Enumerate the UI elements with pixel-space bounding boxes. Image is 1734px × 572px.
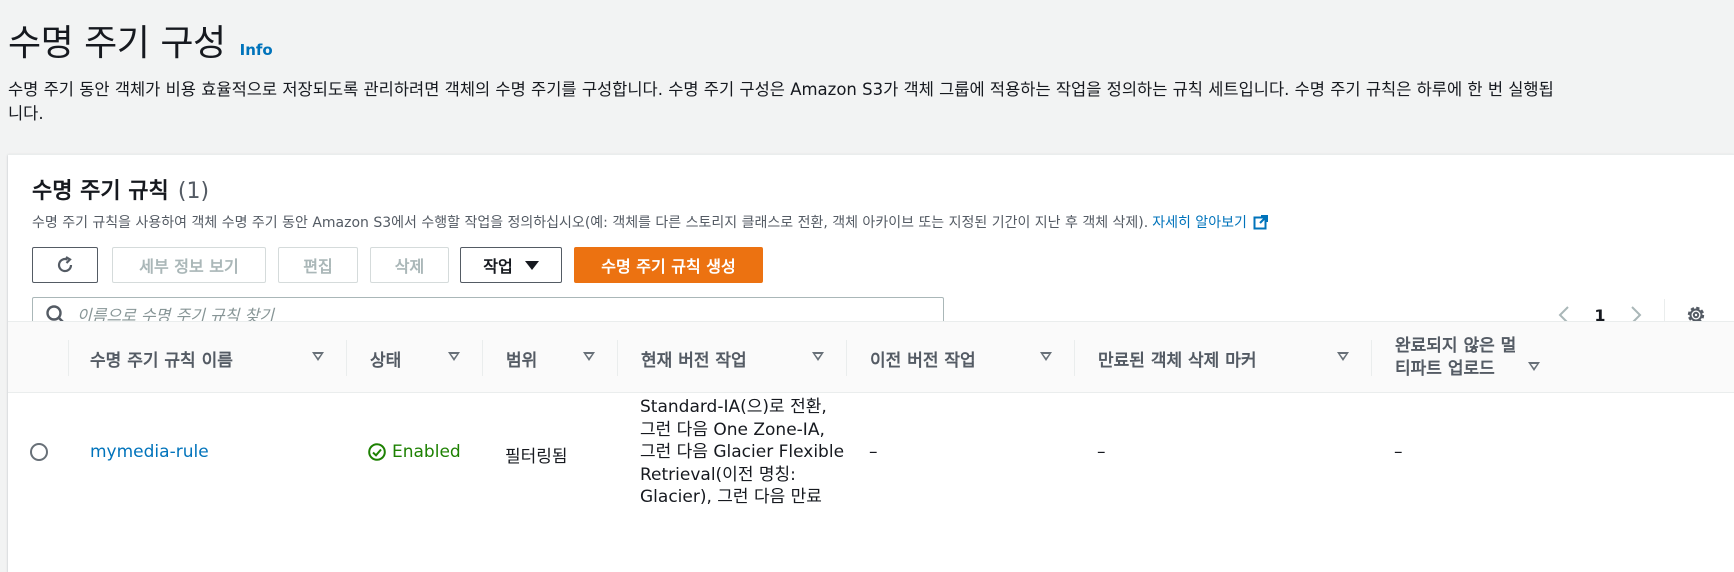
status-cell: Enabled [368, 442, 461, 462]
sort-icon[interactable] [1040, 352, 1052, 361]
rule-count: (1) [177, 179, 210, 204]
page-description-line-2: 니다. [8, 104, 44, 123]
current-action-line: Standard-IA(으)로 전환, [640, 397, 827, 417]
current-action-line: Glacier), 그런 다음 만료 [640, 487, 822, 507]
column-header-noncurrent-actions[interactable]: 이전 버전 작업 [870, 322, 976, 394]
actions-dropdown[interactable]: 작업 [460, 247, 562, 283]
column-separator [346, 340, 347, 376]
column-separator [68, 340, 69, 376]
page-description-line-1: 수명 주기 동안 객체가 비용 효율적으로 저장되도록 관리하려면 객체의 수명… [8, 80, 1554, 99]
caret-down-icon [524, 260, 539, 270]
column-header-rule-name[interactable]: 수명 주기 규칙 이름 [90, 322, 233, 394]
delete-button[interactable]: 삭제 [370, 247, 449, 283]
column-separator [617, 340, 618, 376]
table-row[interactable]: mymedia-rule Enabled 필터링됨 Standard-IA(으)… [8, 393, 1734, 572]
sort-icon[interactable] [812, 352, 824, 361]
column-header-expired-delete-markers[interactable]: 만료된 객체 삭제 마커 [1098, 322, 1257, 394]
sort-icon[interactable] [312, 352, 324, 361]
sort-icon[interactable] [1337, 352, 1349, 361]
panel-header: 수명 주기 규칙 (1) [32, 173, 209, 205]
row-select-radio[interactable] [30, 443, 48, 461]
sort-icon[interactable] [448, 352, 460, 361]
page-header: 수명 주기 구성 Info [8, 14, 273, 66]
refresh-button[interactable] [32, 247, 98, 283]
current-action-line: 그런 다음 One Zone-IA, [640, 419, 825, 440]
current-action-line: 그런 다음 Glacier Flexible [640, 442, 845, 462]
actions-label: 작업 [483, 257, 513, 276]
view-details-button[interactable]: 세부 정보 보기 [112, 247, 266, 283]
lifecycle-configuration-page: 수명 주기 구성 Info 수명 주기 동안 객체가 비용 효율적으로 저장되도… [0, 0, 1734, 572]
current-actions-cell: Standard-IA(으)로 전환, 그런 다음 One Zone-IA, 그… [640, 396, 844, 509]
column-header-incomplete-multipart[interactable]: 완료되지 않은 멀 티파트 업로드 [1395, 322, 1516, 394]
create-rule-button[interactable]: 수명 주기 규칙 생성 [574, 247, 763, 283]
column-header-incomplete-multipart-line-1: 완료되지 않은 멀 [1395, 336, 1517, 356]
column-separator [482, 340, 483, 376]
column-header-status[interactable]: 상태 [370, 322, 401, 394]
success-check-icon [368, 443, 386, 461]
panel-description: 수명 주기 규칙을 사용하여 객체 수명 주기 동안 Amazon S3에서 수… [32, 212, 1269, 232]
page-title: 수명 주기 구성 [8, 23, 226, 64]
page-description: 수명 주기 동안 객체가 비용 효율적으로 저장되도록 관리하려면 객체의 수명… [8, 78, 1734, 126]
table-header: 수명 주기 규칙 이름 상태 범위 현재 버전 작업 이전 버전 작업 만료된 … [8, 321, 1734, 393]
info-link[interactable]: Info [240, 41, 273, 59]
panel-title: 수명 주기 규칙 [32, 179, 169, 204]
rule-name-link[interactable]: mymedia-rule [90, 442, 209, 462]
column-separator [1371, 340, 1372, 376]
current-action-line: Retrieval(이전 명칭: [640, 464, 796, 485]
edit-button[interactable]: 편집 [278, 247, 358, 283]
expired-delete-markers-cell: – [1097, 442, 1106, 462]
external-link-icon[interactable] [1253, 214, 1269, 230]
noncurrent-actions-cell: – [869, 442, 878, 462]
column-header-incomplete-multipart-line-2: 티파트 업로드 [1395, 359, 1495, 379]
learn-more-link[interactable]: 자세히 알아보기 [1152, 212, 1247, 232]
sort-icon[interactable] [1528, 362, 1540, 371]
incomplete-multipart-cell: – [1394, 442, 1403, 462]
refresh-icon [57, 256, 73, 273]
panel-description-text: 수명 주기 규칙을 사용하여 객체 수명 주기 동안 Amazon S3에서 수… [32, 215, 1149, 231]
scope-cell: 필터링됨 [505, 447, 568, 467]
lifecycle-rules-panel: 수명 주기 규칙 (1) 수명 주기 규칙을 사용하여 객체 수명 주기 동안 … [8, 154, 1734, 572]
column-header-current-actions[interactable]: 현재 버전 작업 [641, 322, 747, 394]
column-header-scope[interactable]: 범위 [506, 322, 537, 394]
sort-icon[interactable] [583, 352, 595, 361]
column-separator [846, 340, 847, 376]
status-text: Enabled [392, 442, 461, 462]
column-separator [1074, 340, 1075, 376]
